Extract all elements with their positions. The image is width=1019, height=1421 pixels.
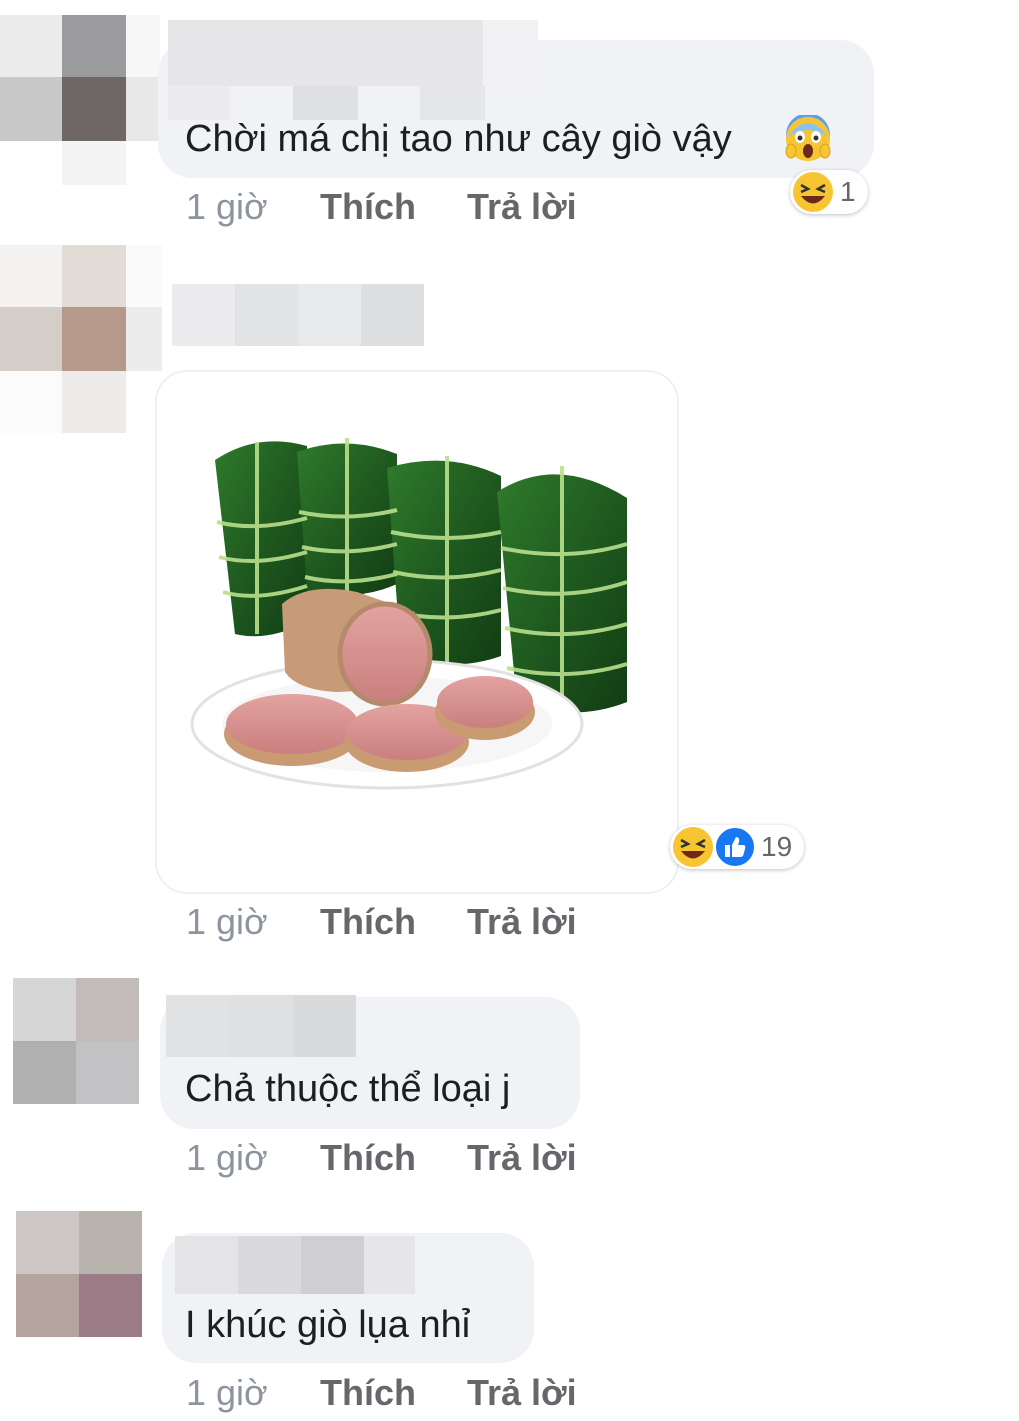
comment-text: Chời má chị tao như cây giò vậy [185, 118, 732, 160]
avatar[interactable] [0, 15, 160, 185]
comment-actions: 1 giờ Thích Trả lời [186, 1136, 606, 1180]
comment-time[interactable]: 1 giờ [186, 185, 268, 229]
comment-text: Chả thuộc thể loại j [185, 1068, 511, 1110]
like-emoji-icon [714, 826, 756, 868]
reply-button[interactable]: Trả lời [467, 1136, 577, 1180]
scream-emoji-icon [784, 113, 832, 163]
avatar[interactable] [16, 1211, 142, 1337]
laughing-emoji-icon [792, 171, 834, 213]
laughing-emoji-icon [672, 826, 714, 868]
author-name[interactable] [172, 284, 424, 346]
reply-button[interactable]: Trả lời [467, 185, 577, 229]
avatar[interactable] [0, 245, 162, 435]
like-button[interactable]: Thích [320, 900, 416, 944]
comment-time[interactable]: 1 giờ [186, 1371, 268, 1415]
reply-button[interactable]: Trả lời [467, 1371, 577, 1415]
author-name[interactable] [175, 1236, 415, 1294]
avatar[interactable] [13, 978, 139, 1104]
comment-actions: 1 giờ Thích Trả lời [186, 185, 606, 229]
reaction-summary[interactable]: 19 [670, 825, 804, 869]
author-name[interactable] [166, 995, 356, 1057]
like-button[interactable]: Thích [320, 185, 416, 229]
comment-image[interactable] [155, 370, 679, 894]
reaction-count: 1 [840, 176, 856, 207]
reaction-summary[interactable]: 1 [790, 170, 868, 214]
comment-actions: 1 giờ Thích Trả lời [186, 1371, 606, 1415]
reaction-count: 19 [761, 831, 793, 862]
reply-button[interactable]: Trả lời [467, 900, 577, 944]
comment-text: I khúc giò lụa nhỉ [185, 1304, 471, 1346]
comment-actions: 1 giờ Thích Trả lời [186, 900, 606, 944]
comment-time[interactable]: 1 giờ [186, 900, 268, 944]
author-name[interactable] [168, 20, 538, 120]
comment-time[interactable]: 1 giờ [186, 1136, 268, 1180]
like-button[interactable]: Thích [320, 1371, 416, 1415]
like-button[interactable]: Thích [320, 1136, 416, 1180]
